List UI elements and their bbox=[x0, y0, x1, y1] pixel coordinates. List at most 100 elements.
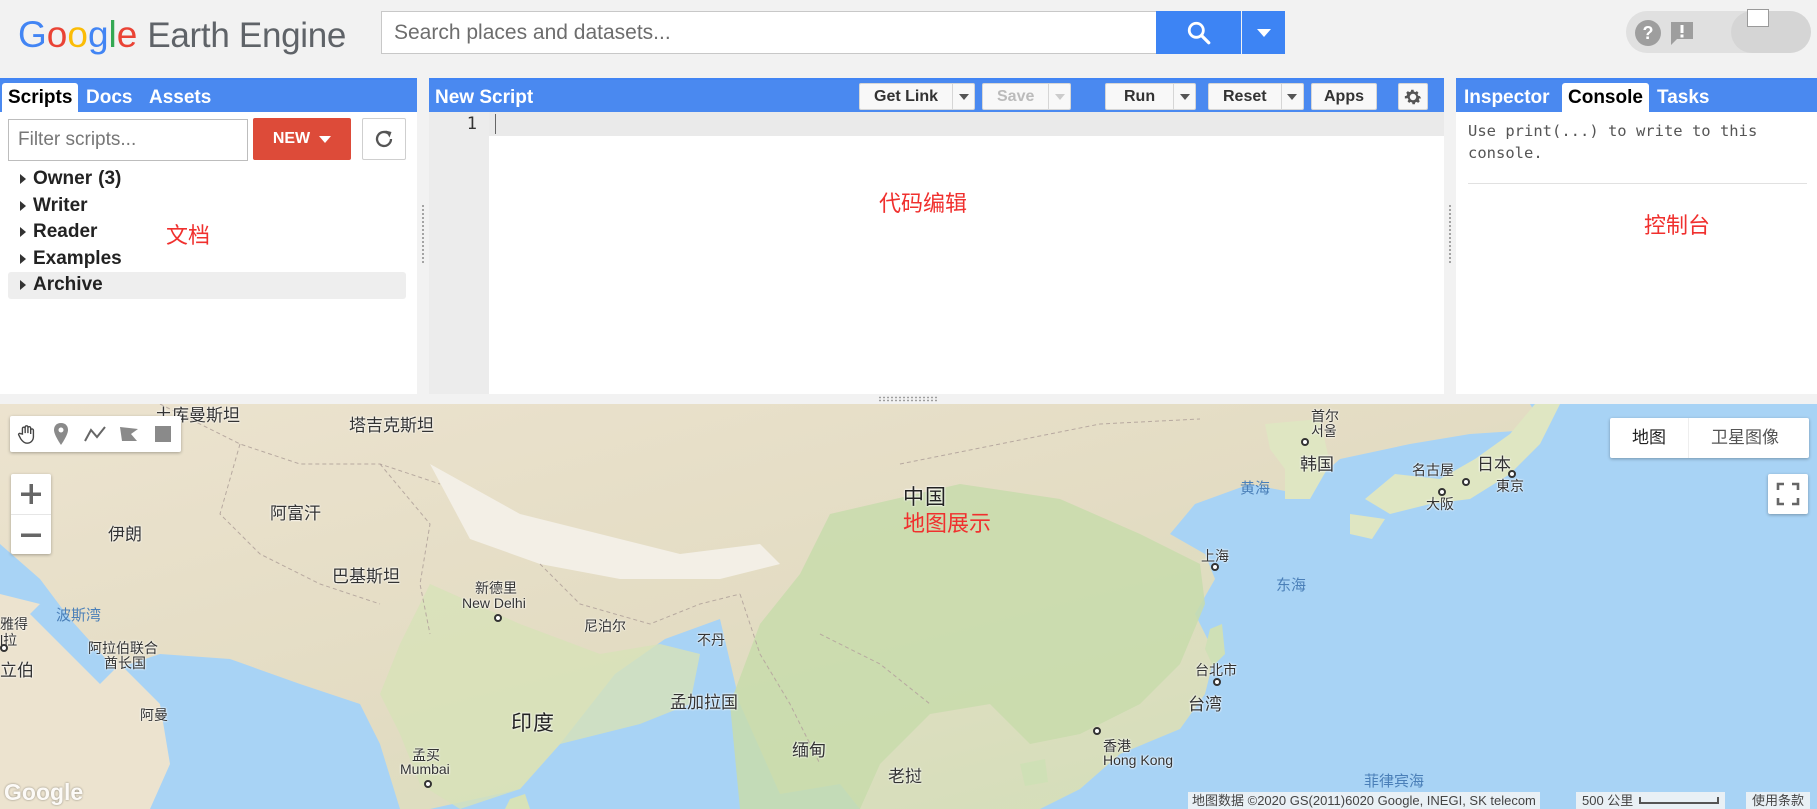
get-link-label: Get Link bbox=[874, 87, 939, 105]
map-label: 印度 bbox=[511, 712, 555, 735]
scale-bar[interactable]: 500 公里 bbox=[1576, 792, 1726, 809]
feedback-button[interactable] bbox=[1668, 19, 1696, 47]
scale-bar-graphic bbox=[1639, 797, 1720, 804]
map-label: 서울 bbox=[1311, 423, 1337, 439]
logo-letter: l bbox=[108, 14, 117, 55]
pan-tool[interactable] bbox=[10, 416, 44, 452]
get-link-dropdown[interactable] bbox=[952, 84, 974, 109]
map-label: 东海 bbox=[1276, 577, 1307, 594]
search-options-button[interactable] bbox=[1242, 11, 1285, 54]
map-label: 韩国 bbox=[1300, 455, 1334, 474]
map-label: 名古屋 bbox=[1412, 462, 1454, 478]
tab-console[interactable]: Console bbox=[1562, 83, 1649, 112]
settings-button[interactable] bbox=[1398, 83, 1428, 110]
logo-letter: g bbox=[87, 14, 109, 55]
map-label: 尼泊尔 bbox=[584, 618, 626, 634]
rectangle-icon bbox=[155, 426, 171, 442]
map-view[interactable]: 土库曼斯坦 塔吉克斯坦 阿富汗 伊朗 巴基斯坦 中国 新德里 New Delhi… bbox=[0, 404, 1817, 809]
run-dropdown[interactable] bbox=[1173, 84, 1195, 109]
account-button[interactable] bbox=[1731, 11, 1811, 53]
save-label: Save bbox=[997, 87, 1035, 105]
city-marker bbox=[1462, 478, 1470, 486]
tab-assets[interactable]: Assets bbox=[143, 83, 217, 112]
map-label: 酋长国 bbox=[104, 655, 146, 671]
map-terrain bbox=[0, 404, 1560, 809]
minus-icon bbox=[21, 533, 41, 537]
save-dropdown[interactable] bbox=[1048, 84, 1070, 109]
search-input[interactable] bbox=[382, 12, 1156, 53]
scale-label: 500 公里 bbox=[1582, 793, 1634, 808]
map-label: 立伯 bbox=[0, 661, 34, 680]
line-tool[interactable] bbox=[78, 416, 112, 452]
map-splitter[interactable] bbox=[0, 394, 1817, 404]
console-panel: Inspector Console Tasks Use print(...) t… bbox=[1456, 78, 1817, 394]
annotation-code-editor: 代码编辑 bbox=[879, 192, 968, 217]
gear-icon bbox=[1404, 89, 1422, 104]
tab-docs[interactable]: Docs bbox=[80, 83, 138, 112]
tab-inspector[interactable]: Inspector bbox=[1458, 83, 1556, 112]
left-splitter[interactable] bbox=[417, 78, 429, 396]
tab-scripts[interactable]: Scripts bbox=[2, 83, 79, 112]
save-button[interactable]: Save bbox=[982, 83, 1072, 110]
polygon-icon bbox=[120, 427, 138, 441]
map-label: 台北市 bbox=[1195, 662, 1237, 678]
map-label: Mumbai bbox=[400, 761, 450, 777]
run-button[interactable]: Run bbox=[1105, 83, 1197, 110]
splitter-grip bbox=[878, 396, 938, 402]
map-label: 東京 bbox=[1496, 478, 1524, 494]
right-splitter[interactable] bbox=[1444, 78, 1456, 396]
avatar bbox=[1747, 9, 1769, 27]
map-label: 台湾 bbox=[1188, 695, 1222, 714]
scripts-panel: Scripts Docs Assets NEW Owner(3) Writer … bbox=[0, 78, 417, 394]
splitter-grip bbox=[421, 204, 425, 264]
script-title: New Script bbox=[435, 87, 534, 108]
map-label: Hong Kong bbox=[1103, 752, 1174, 768]
city-marker bbox=[0, 644, 8, 652]
code-textarea[interactable] bbox=[489, 136, 1444, 394]
map-label: 阿富汗 bbox=[270, 504, 321, 523]
map-type-satellite[interactable]: 卫星图像 bbox=[1688, 418, 1801, 458]
map-attribution: 地图数据 ©2020 GS(2011)6020 Google, INEGI, S… bbox=[1188, 792, 1540, 809]
map-label: 缅甸 bbox=[792, 741, 826, 760]
annotation-map: 地图展示 bbox=[903, 512, 992, 537]
tree-item-label: Owner bbox=[33, 168, 93, 189]
refresh-button[interactable] bbox=[362, 118, 406, 160]
caret-down-icon bbox=[1256, 28, 1271, 37]
filter-scripts-input[interactable] bbox=[9, 120, 247, 160]
map-label: 大阪 bbox=[1426, 496, 1454, 512]
point-tool[interactable] bbox=[44, 416, 78, 452]
active-line-highlight bbox=[489, 112, 1444, 136]
help-button[interactable]: ? bbox=[1634, 19, 1662, 47]
earth-engine-logo[interactable]: Google Earth Engine bbox=[18, 14, 346, 55]
new-script-button[interactable]: NEW bbox=[253, 118, 351, 160]
search-button[interactable] bbox=[1156, 11, 1241, 54]
reset-button[interactable]: Reset bbox=[1208, 83, 1304, 110]
filter-box bbox=[8, 119, 248, 161]
apps-button[interactable]: Apps bbox=[1311, 83, 1377, 110]
reset-dropdown[interactable] bbox=[1280, 84, 1303, 109]
map-label: 巴基斯坦 bbox=[332, 567, 400, 586]
polygon-tool[interactable] bbox=[112, 416, 146, 452]
tree-item-archive[interactable]: Archive bbox=[8, 272, 406, 299]
tree-item-owner[interactable]: Owner (3) bbox=[8, 166, 406, 193]
tree-item-count: (3) bbox=[98, 168, 122, 189]
map-label: 塔吉克斯坦 bbox=[349, 416, 434, 435]
map-type-map[interactable]: 地图 bbox=[1610, 418, 1688, 458]
reset-label: Reset bbox=[1223, 87, 1267, 105]
help-icon: ? bbox=[1635, 20, 1661, 46]
caret-down-icon bbox=[1054, 93, 1065, 100]
city-marker bbox=[1213, 678, 1221, 686]
rectangle-tool[interactable] bbox=[146, 416, 180, 452]
zoom-in-button[interactable] bbox=[11, 474, 51, 514]
polyline-icon bbox=[84, 426, 106, 442]
zoom-out-button[interactable] bbox=[11, 514, 51, 554]
right-tabbar: Inspector Console Tasks bbox=[1456, 80, 1817, 112]
city-marker bbox=[1438, 488, 1446, 496]
fullscreen-button[interactable] bbox=[1768, 474, 1808, 514]
terms-link[interactable]: 使用条款 bbox=[1746, 792, 1811, 809]
tab-tasks[interactable]: Tasks bbox=[1651, 83, 1715, 112]
tree-item-writer[interactable]: Writer bbox=[8, 193, 406, 220]
map-label: 阿曼 bbox=[140, 707, 168, 723]
get-link-button[interactable]: Get Link bbox=[859, 83, 976, 110]
splitter-grip bbox=[1448, 204, 1452, 264]
